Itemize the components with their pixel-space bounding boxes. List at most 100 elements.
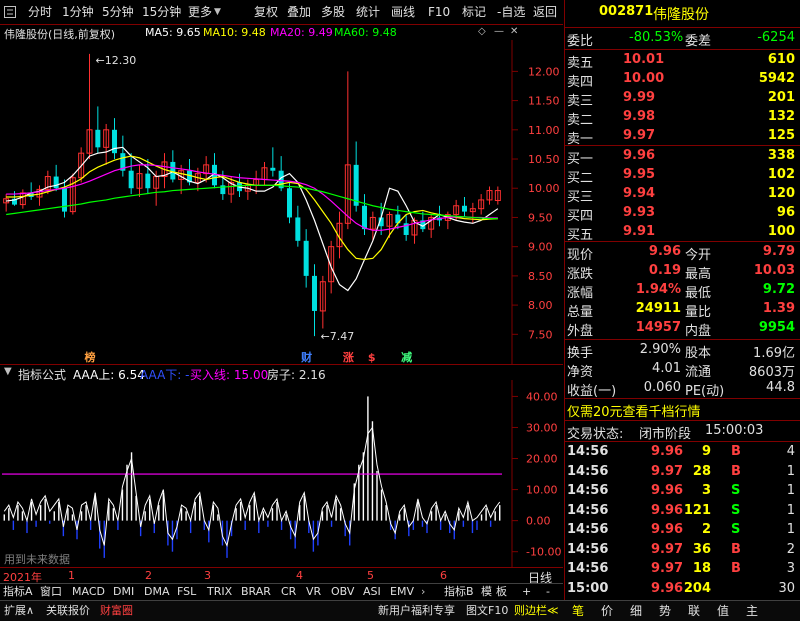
candle-body bbox=[270, 167, 276, 171]
indicator-chart[interactable]: 40.00 30.00 20.00 10.00 0.00 -10.00 bbox=[0, 380, 563, 567]
tab-5min[interactable]: 5分钟 bbox=[102, 4, 134, 20]
tab-window[interactable]: 窗口 bbox=[40, 584, 62, 599]
tick-time: 15:00 bbox=[567, 580, 609, 596]
bid-price: 9.94 bbox=[623, 186, 656, 201]
candlestick-chart[interactable]: 12.00 11.50 11.00 10.50 10.00 9.50 9.00 8.50 8.0… bbox=[0, 40, 563, 364]
wealth-circle-button[interactable]: 财富圈 bbox=[100, 603, 133, 619]
stat-value: 24911 bbox=[635, 301, 681, 316]
side-tab[interactable]: 细 bbox=[630, 603, 642, 619]
tab-1min[interactable]: 1分钟 bbox=[62, 4, 94, 20]
mark-button[interactable]: 标记 bbox=[462, 4, 486, 20]
add-indicator-button[interactable]: + bbox=[522, 584, 531, 599]
tick-count: 3 bbox=[786, 561, 795, 576]
month-label: 6 bbox=[440, 569, 447, 582]
tick-row: 14:56 9.96 2 S 1 bbox=[565, 521, 800, 540]
overlay-button[interactable]: 叠加 bbox=[287, 4, 311, 20]
ask-volume: 132 bbox=[767, 109, 795, 124]
menu-square-icon[interactable] bbox=[4, 4, 16, 20]
month-label: 1 bbox=[68, 569, 75, 582]
tick-volume: 36 bbox=[692, 541, 711, 557]
tab-trix[interactable]: TRIX bbox=[207, 584, 232, 599]
tab-fenshi[interactable]: 分时 bbox=[28, 4, 52, 20]
promo-row[interactable]: 仅需20元查看千档行情 bbox=[565, 400, 800, 420]
tab-dma[interactable]: DMA bbox=[144, 584, 170, 599]
tab-brar[interactable]: BRAR bbox=[241, 584, 271, 599]
f10-graphic-button[interactable]: 图文F10 bbox=[466, 603, 508, 619]
tick-count: 1 bbox=[786, 502, 795, 518]
event-marker: 财 bbox=[300, 350, 312, 364]
related-quote-button[interactable]: 关联报价 bbox=[46, 603, 90, 619]
chevron-right-icon[interactable]: › bbox=[421, 584, 425, 599]
stat-value: 0.19 bbox=[648, 263, 681, 278]
close-icon[interactable]: ✕ bbox=[510, 26, 518, 37]
tick-volume: 121 bbox=[683, 502, 711, 518]
multi-stock-button[interactable]: 多股 bbox=[321, 4, 345, 20]
stat-label: 涨幅 bbox=[567, 286, 594, 301]
month-label: 3 bbox=[204, 569, 211, 582]
tab-obv[interactable]: OBV bbox=[331, 584, 354, 599]
tab-indicator-b[interactable]: 指标B bbox=[444, 584, 474, 599]
stat-label: 收益(一) bbox=[567, 384, 617, 399]
chevron-down-icon[interactable]: ▼ bbox=[214, 4, 221, 20]
tab-indicator-a[interactable]: 指标A bbox=[3, 584, 33, 599]
tab-fsl[interactable]: FSL bbox=[177, 584, 196, 599]
f10-button[interactable]: F10 bbox=[428, 4, 450, 20]
tick-side: B bbox=[731, 541, 741, 557]
tick-row: 14:56 9.96 121 S 1 bbox=[565, 502, 800, 521]
expand-button[interactable]: 扩展∧ bbox=[4, 603, 34, 619]
side-tab[interactable]: 笔 bbox=[572, 603, 584, 619]
tick-time: 14:56 bbox=[567, 561, 609, 576]
tab-vr[interactable]: VR bbox=[306, 584, 321, 599]
tab-emv[interactable]: EMV bbox=[390, 584, 414, 599]
future-data-note: 用到未来数据 bbox=[4, 553, 70, 566]
tick-row: 14:56 9.97 36 B 2 bbox=[565, 541, 800, 560]
y-tick-label: 8.00 bbox=[528, 299, 553, 312]
stat-label: 今开 bbox=[685, 248, 712, 263]
remove-indicator-button[interactable]: - bbox=[546, 584, 550, 599]
tick-time: 14:56 bbox=[567, 522, 609, 537]
bid-label: 买四 bbox=[567, 209, 594, 224]
tab-board[interactable]: 板 bbox=[496, 584, 507, 599]
new-user-promo[interactable]: 新用户福利专享 bbox=[378, 603, 455, 619]
stat-label: 换手 bbox=[567, 346, 594, 361]
side-tab[interactable]: 值 bbox=[717, 603, 729, 619]
chevron-down-icon[interactable]: ▼ bbox=[4, 366, 12, 377]
quote-stat-row: 涨幅 1.94% 最低 9.72 bbox=[565, 281, 800, 301]
tab-macd[interactable]: MACD bbox=[72, 584, 105, 599]
ask-price: 10.00 bbox=[623, 71, 665, 86]
candle-body bbox=[295, 217, 301, 241]
side-tab[interactable]: 价 bbox=[601, 603, 613, 619]
ask-label: 卖五 bbox=[567, 56, 594, 71]
tab-template[interactable]: 模 bbox=[481, 584, 492, 599]
ma-line-ma10 bbox=[6, 155, 498, 261]
add-favorite-button[interactable]: -自选 bbox=[497, 4, 525, 20]
y-tick-label: 10.50 bbox=[528, 153, 560, 166]
bid-price: 9.93 bbox=[623, 205, 656, 220]
ma5-label: MA5: 9.65 bbox=[145, 26, 201, 39]
side-tab[interactable]: 联 bbox=[688, 603, 700, 619]
tab-dmi[interactable]: DMI bbox=[113, 584, 134, 599]
diamond-icon[interactable]: ◇ bbox=[478, 26, 486, 37]
minus-icon[interactable]: — bbox=[494, 26, 504, 37]
tab-asi[interactable]: ASI bbox=[363, 584, 381, 599]
back-button[interactable]: 返回 bbox=[533, 4, 557, 20]
stat-value: 44.8 bbox=[766, 380, 795, 395]
sidebar-toggle[interactable]: 则边栏≪ bbox=[514, 603, 559, 619]
side-tab[interactable]: 势 bbox=[659, 603, 671, 619]
draw-line-button[interactable]: 画线 bbox=[391, 4, 415, 20]
stat-label: 净资 bbox=[567, 365, 594, 380]
tab-15min[interactable]: 15分钟 bbox=[142, 4, 181, 20]
tick-price: 9.96 bbox=[651, 522, 684, 537]
quote-stat-row: 外盘 14957 内盘 9954 bbox=[565, 319, 800, 339]
stats-button[interactable]: 统计 bbox=[356, 4, 380, 20]
stat-value: 1.69亿 bbox=[753, 346, 795, 361]
tab-more[interactable]: 更多 bbox=[188, 4, 212, 20]
ask-row: 卖一 9.97 125 bbox=[565, 127, 800, 147]
fuquan-button[interactable]: 复权 bbox=[254, 4, 278, 20]
tab-cr[interactable]: CR bbox=[281, 584, 296, 599]
promo-link[interactable]: 仅需20元查看千档行情 bbox=[567, 401, 701, 420]
ask-row: 卖四 10.00 5942 bbox=[565, 70, 800, 90]
candle-body bbox=[145, 173, 151, 189]
tick-side: S bbox=[731, 483, 741, 498]
side-tab[interactable]: 主 bbox=[746, 603, 758, 619]
